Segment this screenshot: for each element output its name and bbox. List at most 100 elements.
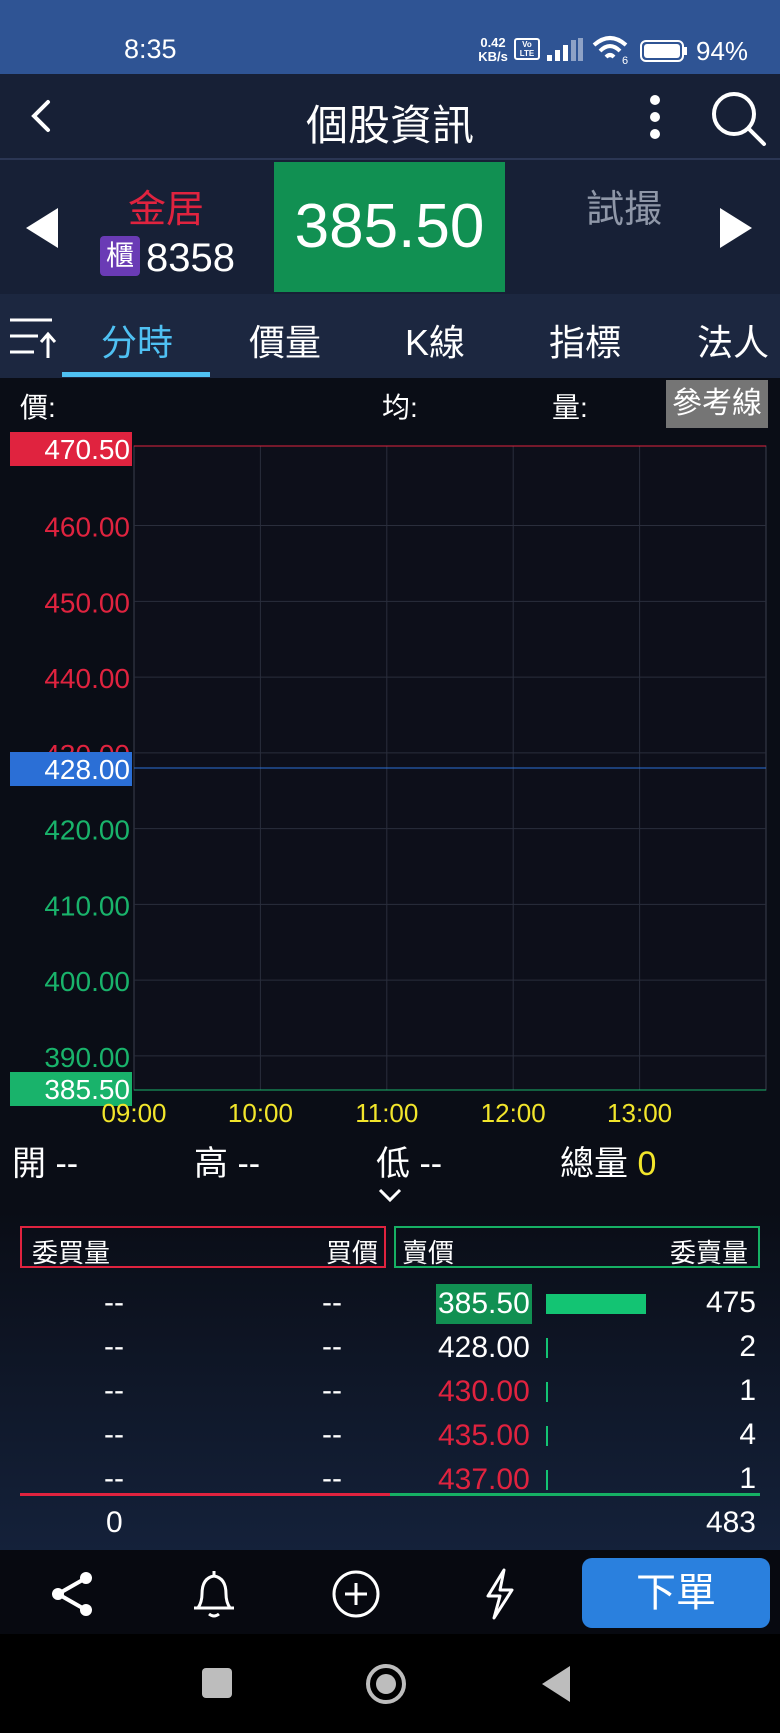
wifi-badge: 6 [622, 55, 628, 65]
volume-summary: 總量 0 [560, 1136, 656, 1185]
ask-qty: 2 [739, 1330, 756, 1363]
ask-price-header: 賣價 [402, 1238, 455, 1268]
ask-price[interactable]: 428.00 [436, 1328, 532, 1368]
bid-header: 委買量 買價 [20, 1226, 386, 1268]
ask-header: 賣價 委賣量 [394, 1226, 760, 1268]
bid-price: -- [322, 1374, 342, 1407]
volume-readout-label: 量: [552, 392, 588, 423]
high-value: -- [237, 1145, 261, 1183]
bid-qty: -- [104, 1374, 124, 1407]
ask-qty: 1 [739, 1374, 756, 1407]
ask-price[interactable]: 435.00 [436, 1416, 532, 1456]
reference-line-button[interactable]: 參考線 [666, 380, 768, 428]
tab-price-volume[interactable]: 價量 [220, 314, 350, 366]
home-icon[interactable] [364, 1662, 408, 1706]
next-stock-icon[interactable] [716, 204, 756, 252]
order-book-row: -- -- 428.00 2 [0, 1326, 780, 1370]
status-time: 8:35 [124, 34, 177, 64]
ask-total-divider [390, 1493, 760, 1496]
signal-icon [547, 38, 583, 61]
open-summary: 開 -- [12, 1136, 78, 1185]
order-book-row: -- -- 435.00 4 [0, 1414, 780, 1458]
bid-price: -- [322, 1286, 342, 1319]
price-tick-label: 428.00 [44, 754, 130, 785]
avg-readout-label: 均: [382, 392, 418, 423]
ask-volume-bar [546, 1426, 548, 1446]
bottom-toolbar: 下單 [0, 1550, 780, 1634]
order-book-row: -- -- 430.00 1 [0, 1370, 780, 1414]
time-tick-label: 10:00 [228, 1098, 293, 1128]
market-badge: 櫃 [100, 236, 140, 276]
intraday-chart-area: 470.50460.00450.00440.00430.00428.00420.… [0, 378, 780, 1130]
price-tick-label: 390.00 [44, 1042, 130, 1073]
ask-volume-bar [546, 1338, 548, 1358]
bid-price: -- [322, 1418, 342, 1451]
price-tick-label: 460.00 [44, 512, 130, 543]
total-volume-label: 總量 [560, 1145, 628, 1183]
system-back-icon[interactable] [536, 1662, 580, 1706]
share-icon[interactable] [46, 1568, 98, 1620]
order-book: 委買量 買價 賣價 委賣量 -- -- 385.50 475 -- -- 428… [0, 1210, 780, 1550]
open-value: -- [55, 1145, 79, 1183]
current-price: 385.50 [274, 162, 505, 292]
intraday-chart[interactable]: 470.50460.00450.00440.00430.00428.00420.… [0, 378, 780, 1130]
chart-tabs: 分時 價量 K線 指標 法人 [0, 294, 780, 378]
status-bar: 8:35 0.42 KB/s Vo LTE 6 94% [0, 0, 780, 74]
recent-apps-icon[interactable] [196, 1662, 240, 1706]
ask-qty: 475 [705, 1286, 756, 1319]
tab-intraday[interactable]: 分時 [72, 314, 202, 366]
bid-qty-header: 委買量 [32, 1238, 111, 1268]
app-header: 個股資訊 [0, 74, 780, 160]
lightning-icon[interactable] [474, 1568, 526, 1620]
price-summary: 開 -- 高 -- 低 -- 總量 0 [0, 1130, 780, 1210]
open-label: 開 [12, 1145, 46, 1183]
ask-volume-bar [546, 1470, 548, 1490]
ask-qty: 1 [739, 1462, 756, 1495]
ask-volume-bar [546, 1382, 548, 1402]
high-summary: 高 -- [194, 1136, 260, 1185]
ask-price[interactable]: 430.00 [436, 1372, 532, 1412]
price-tick-label: 420.00 [44, 815, 130, 846]
price-tick-label: 450.00 [44, 587, 130, 618]
ask-price[interactable]: 385.50 [436, 1284, 532, 1324]
sort-menu-icon[interactable] [8, 312, 58, 360]
price-readout-label: 價: [20, 392, 56, 423]
bid-qty: -- [104, 1330, 124, 1363]
bid-price-header: 買價 [325, 1238, 378, 1268]
bid-price: -- [322, 1462, 342, 1495]
network-speed: 0.42 KB/s [476, 36, 510, 64]
volte-icon: Vo LTE [514, 38, 540, 60]
battery-icon [640, 40, 687, 62]
chevron-down-icon[interactable] [376, 1186, 404, 1206]
price-tick-label: 410.00 [44, 890, 130, 921]
bell-icon[interactable] [188, 1568, 240, 1620]
total-volume-value: 0 [637, 1145, 657, 1183]
time-tick-label: 11:00 [355, 1098, 418, 1128]
previous-stock-icon[interactable] [22, 204, 62, 252]
low-summary: 低 -- [376, 1136, 442, 1185]
high-label: 高 [194, 1145, 228, 1183]
total-ask-qty: 483 [705, 1506, 756, 1539]
wifi-icon: 6 [592, 36, 628, 65]
price-tick-label: 470.50 [44, 434, 130, 465]
tab-institutional[interactable]: 法人 [668, 314, 780, 366]
time-tick-label: 12:00 [481, 1098, 546, 1128]
tab-indicators[interactable]: 指標 [520, 314, 650, 366]
ask-qty-header: 委賣量 [669, 1238, 748, 1268]
place-order-button[interactable]: 下單 [582, 1558, 770, 1628]
bid-qty: -- [104, 1286, 124, 1319]
more-options-icon[interactable] [640, 92, 670, 142]
low-value: -- [419, 1145, 443, 1183]
stock-name: 金居 [128, 189, 205, 231]
stock-quote: 金居 櫃 8358 385.50 試撮 [0, 160, 780, 294]
volte-bottom: LTE [519, 49, 535, 58]
volte-top: Vo [522, 40, 532, 49]
search-icon[interactable] [708, 88, 768, 148]
bid-price: -- [322, 1330, 342, 1363]
network-speed-value: 0.42 [480, 35, 506, 50]
ask-qty: 4 [739, 1418, 756, 1451]
stock-code: 8358 [146, 236, 235, 280]
add-circle-icon[interactable] [330, 1568, 382, 1620]
low-label: 低 [376, 1145, 410, 1183]
tab-kline[interactable]: K線 [370, 314, 500, 366]
